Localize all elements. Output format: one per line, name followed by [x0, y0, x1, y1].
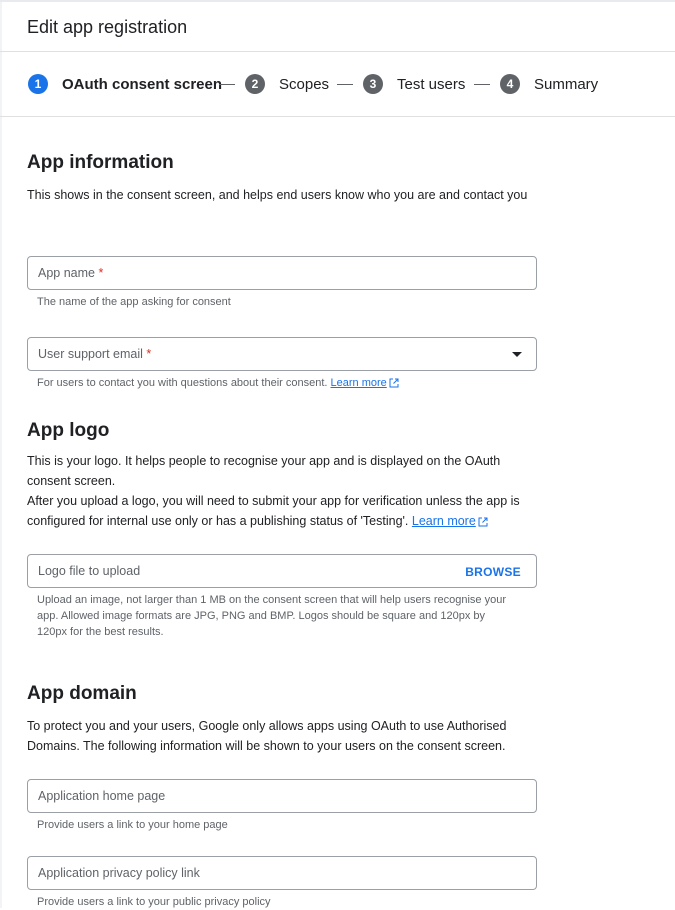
- external-link-icon: [389, 378, 399, 388]
- step-connector: [474, 84, 490, 85]
- required-marker: *: [146, 347, 152, 361]
- application-home-page-placeholder: Application home page: [38, 789, 166, 803]
- step-number-3: 3: [363, 74, 383, 94]
- app-domain-heading: App domain: [27, 683, 137, 704]
- user-support-email-select[interactable]: User support email *: [27, 337, 537, 371]
- browse-button[interactable]: BROWSE: [465, 565, 521, 579]
- step-summary[interactable]: 4 Summary: [500, 74, 598, 94]
- logo-file-placeholder: Logo file to upload: [38, 564, 141, 578]
- external-link-icon: [478, 517, 488, 527]
- app-information-description: This shows in the consent screen, and he…: [27, 188, 528, 202]
- step-connector: [219, 84, 235, 85]
- app-name-hint: The name of the app asking for consent: [37, 296, 231, 308]
- application-privacy-policy-input[interactable]: Application privacy policy link: [27, 856, 537, 890]
- application-home-page-hint: Provide users a link to your home page: [37, 819, 228, 831]
- learn-more-link[interactable]: Learn more: [412, 514, 476, 528]
- app-logo-description-1: This is your logo. It helps people to re…: [27, 454, 501, 488]
- required-marker: *: [98, 266, 104, 280]
- step-number-4: 4: [500, 74, 520, 94]
- app-logo-hint: Upload an image, not larger than 1 MB on…: [37, 594, 506, 638]
- application-home-page-input[interactable]: Application home page: [27, 779, 537, 813]
- left-border: [0, 2, 2, 908]
- app-information-heading: App information: [27, 152, 174, 173]
- user-support-email-placeholder: User support email *: [38, 347, 152, 361]
- step-label: OAuth consent screen: [62, 75, 223, 93]
- user-support-email-hint: For users to contact you with questions …: [37, 375, 507, 391]
- page-title: Edit app registration: [27, 17, 188, 37]
- learn-more-link[interactable]: Learn more: [331, 377, 387, 389]
- application-privacy-policy-placeholder: Application privacy policy link: [38, 866, 200, 880]
- step-connector: [337, 84, 353, 85]
- step-label: Scopes: [279, 75, 330, 93]
- registration-stepper: 1 OAuth consent screen 2 Scopes 3 Test u…: [0, 52, 675, 117]
- dropdown-arrow-icon: [512, 352, 522, 357]
- step-oauth-consent-screen[interactable]: 1 OAuth consent screen: [28, 74, 222, 94]
- step-scopes[interactable]: 2 Scopes: [245, 74, 329, 94]
- step-label: Summary: [534, 75, 599, 93]
- page-header: Edit app registration: [0, 2, 675, 52]
- app-logo-description-2: After you upload a logo, you will need t…: [27, 494, 520, 528]
- app-logo-heading: App logo: [27, 420, 110, 441]
- step-label: Test users: [397, 75, 466, 93]
- step-number-2: 2: [245, 74, 265, 94]
- step-test-users[interactable]: 3 Test users: [363, 74, 465, 94]
- app-domain-description: To protect you and your users, Google on…: [27, 719, 507, 753]
- app-name-input[interactable]: App name *: [27, 256, 537, 290]
- logo-file-input[interactable]: Logo file to upload BROWSE: [27, 554, 537, 588]
- app-name-placeholder: App name *: [38, 266, 104, 280]
- step-number-1: 1: [28, 74, 48, 94]
